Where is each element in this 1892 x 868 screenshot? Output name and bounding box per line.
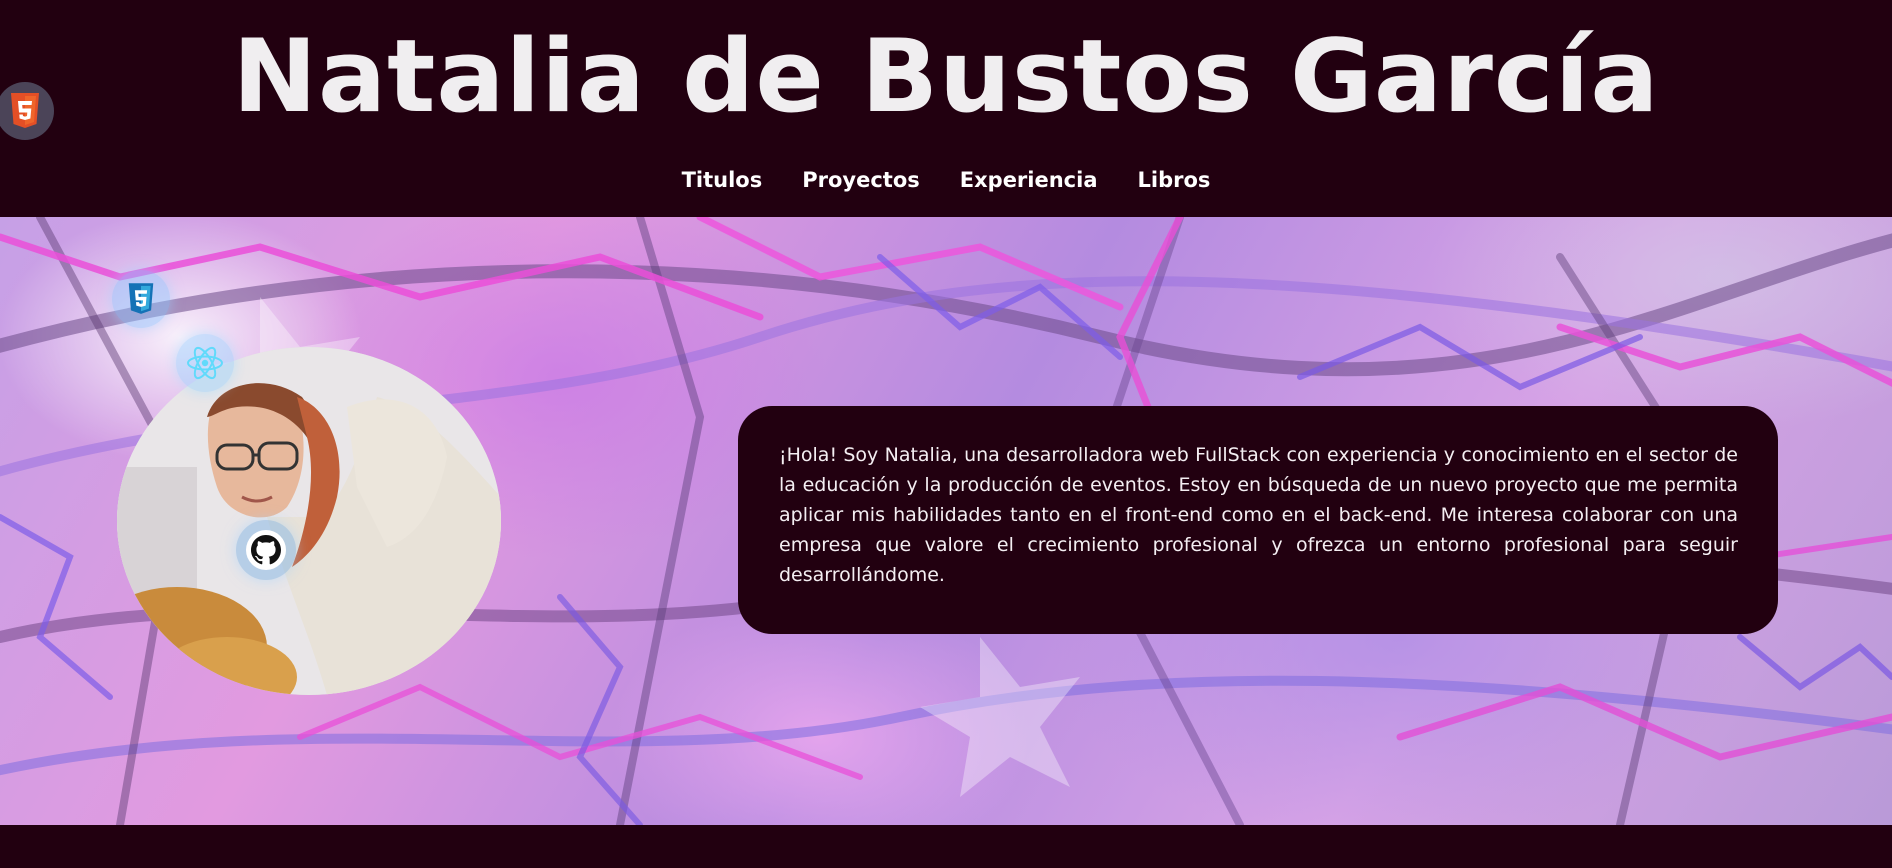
site-header: Natalia de Bustos García Titulos Proyect… [0,0,1892,217]
nav-link-experiencia[interactable]: Experiencia [960,168,1098,192]
main-nav: Titulos Proyectos Experiencia Libros [0,168,1892,192]
github-icon [246,530,286,570]
hero-section: ¡Hola! Soy Natalia, una desarrolladora w… [0,217,1892,825]
nav-link-libros[interactable]: Libros [1138,168,1211,192]
css3-icon [128,283,154,314]
css3-badge [112,270,170,328]
nav-link-titulos[interactable]: Titulos [682,168,763,192]
nav-link-proyectos[interactable]: Proyectos [802,168,920,192]
intro-card: ¡Hola! Soy Natalia, una desarrolladora w… [738,406,1778,634]
intro-text: ¡Hola! Soy Natalia, una desarrolladora w… [779,444,1738,586]
github-badge[interactable] [236,520,296,580]
react-icon [187,346,223,380]
html5-icon [11,93,39,128]
footer-band [0,825,1892,868]
page-title: Natalia de Bustos García [232,17,1660,135]
profile-photo [117,347,501,695]
profile-photo-image [117,347,501,695]
react-badge [176,334,234,392]
portfolio-page: Natalia de Bustos García Titulos Proyect… [0,0,1892,868]
